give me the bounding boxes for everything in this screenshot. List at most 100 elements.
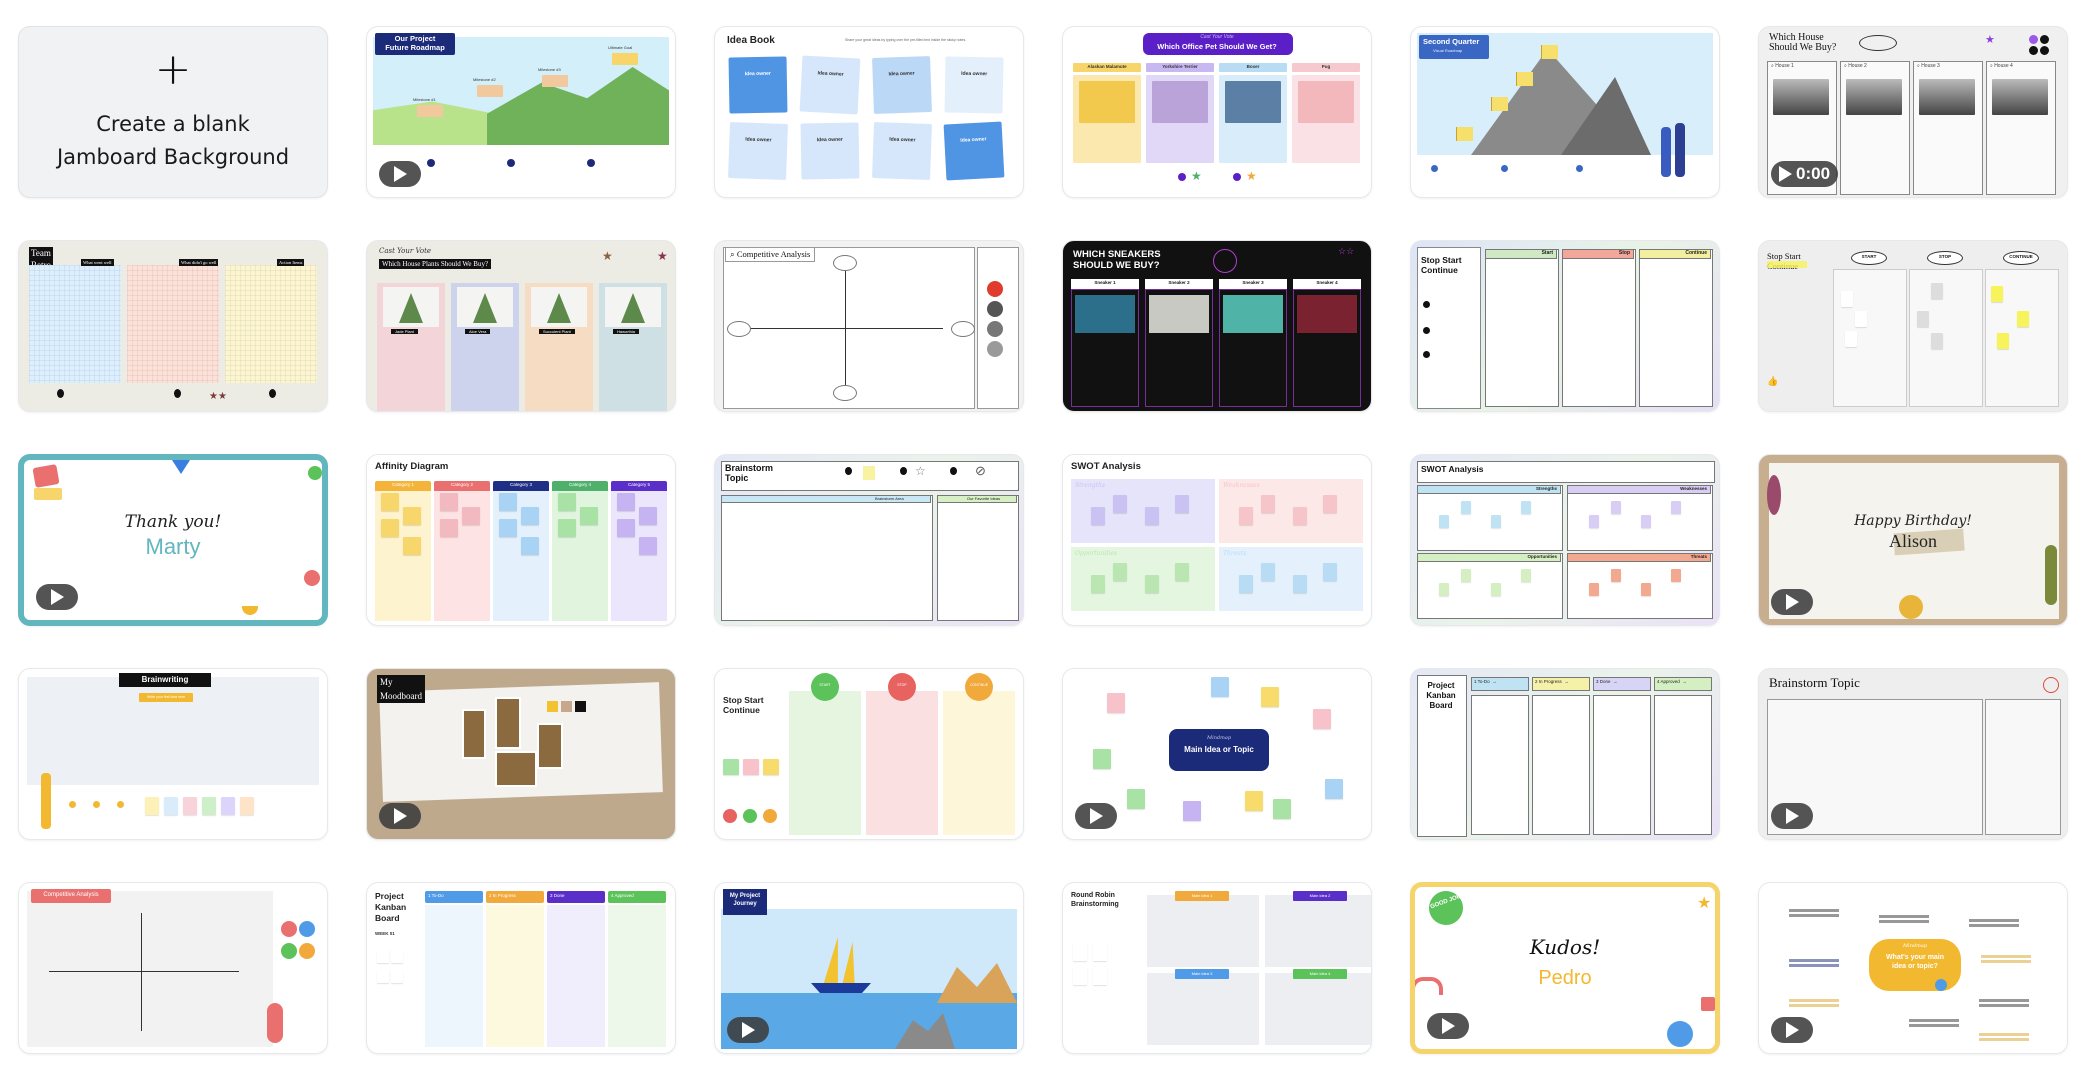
competitor-circle	[987, 321, 1003, 337]
template-card-29[interactable]: Mindmap What's your main idea or topic?	[1758, 882, 2068, 1054]
board-column	[1485, 249, 1559, 407]
sticky-note	[377, 969, 389, 983]
template-card-1[interactable]: Our Project Future Roadmap Milestone #1 Mi…	[366, 26, 676, 198]
comment-text	[1879, 915, 1929, 918]
x-axis	[743, 328, 943, 329]
board-column	[943, 691, 1015, 835]
template-card-28[interactable]: GOOD JOB Kudos! Pedro ★	[1410, 882, 1720, 1054]
sticky-note	[499, 493, 517, 511]
template-card-22[interactable]: Project Kanban Board 1 To-Do → 2 In Progre…	[1410, 668, 1720, 840]
template-card-12[interactable]: Thank you! Marty	[18, 454, 328, 626]
face-sticker	[242, 606, 258, 615]
template-title: My Project Journey	[729, 893, 761, 907]
sticky-note	[617, 519, 635, 537]
column-label: 3 Done →	[1596, 679, 1618, 684]
template-card-21[interactable]: Mindmap Main Idea or Topic	[1062, 668, 1372, 840]
color-swatch	[561, 701, 572, 712]
template-card-17[interactable]: Happy Birthday! Alison	[1758, 454, 2068, 626]
template-card-4[interactable]: Second Quarter Visual Roadmap	[1410, 26, 1720, 198]
template-card-20[interactable]: Stop Start Continue START STOP CONTINUE	[714, 668, 1024, 840]
avatar-sticker	[1935, 979, 1947, 991]
play-video-button[interactable]	[379, 803, 421, 829]
board-column	[1909, 269, 1983, 407]
column-label: START	[1861, 254, 1877, 259]
step-number	[1431, 165, 1438, 172]
play-video-button[interactable]	[1771, 803, 1813, 829]
template-card-10[interactable]: Stop Start Continue Start Stop Continue	[1410, 240, 1720, 412]
template-card-18[interactable]: Brainwriting Write your first idea here	[18, 668, 328, 840]
face-sticker	[308, 466, 322, 480]
template-card-2[interactable]: Idea Book Share your great ideas by typin…	[714, 26, 1024, 198]
milestone-label: Milestone #1	[413, 97, 436, 102]
column-label: What didn't go well	[179, 259, 219, 266]
kanban-column	[425, 905, 483, 1047]
sticky-note	[1239, 575, 1253, 593]
thumbs-up-icon: 👍	[1767, 376, 1779, 386]
template-title: Brainwriting	[141, 675, 189, 684]
sticky-note	[1611, 501, 1621, 514]
template-card-23[interactable]: Brainstorm Topic	[1758, 668, 2068, 840]
kanban-column	[486, 905, 544, 1047]
kanban-column	[1654, 695, 1712, 835]
vote-bubble	[1213, 249, 1237, 273]
play-video-button[interactable]	[379, 161, 421, 187]
step-number	[507, 159, 515, 167]
vote-dot	[2029, 46, 2038, 55]
play-video-button[interactable]	[1427, 1013, 1469, 1039]
template-card-11[interactable]: Stop Start ContinueSTARTSTOPCONTINUE👍	[1758, 240, 2068, 412]
quadrant-label: Opportunities	[1075, 550, 1118, 557]
step-number	[93, 801, 100, 808]
video-duration: 0:00	[1796, 164, 1831, 183]
sticky-note	[1273, 799, 1291, 819]
template-title: Main Idea or Topic	[1184, 745, 1254, 754]
play-video-button[interactable]	[727, 1017, 769, 1043]
template-card-26[interactable]: My Project Journey	[714, 882, 1024, 1054]
person-illustration	[1661, 127, 1671, 177]
signpost	[612, 53, 638, 65]
template-card-3[interactable]: Cast Your Vote Which Office Pet Should We…	[1062, 26, 1372, 198]
play-video-button[interactable]	[36, 584, 78, 610]
idea-note: Idea owner	[728, 122, 788, 180]
sneaker-photo	[1297, 295, 1357, 333]
sticky-note	[1323, 495, 1337, 513]
play-video-button[interactable]	[1771, 1017, 1813, 1043]
template-card-16[interactable]: SWOT Analysis Strengths Weaknesses Opportun…	[1410, 454, 1720, 626]
template-card-25[interactable]: Project Kanban Board WEEK 01 1 To-Do 2 In P…	[366, 882, 676, 1054]
template-card-5[interactable]: Which House Should We Buy? ★ ⌕ House 1 ⌕ Ho…	[1758, 26, 2068, 198]
template-card-15[interactable]: SWOT Analysis Strengths Weaknesses Opportun…	[1062, 454, 1372, 626]
sticky-note	[1261, 687, 1279, 707]
template-card-14[interactable]: Brainstorm Topic ☆ ⊘ Brainstorm Area Our Fav…	[714, 454, 1024, 626]
template-card-24[interactable]: Competitive Analysis	[18, 882, 328, 1054]
signpost	[542, 75, 568, 87]
template-card-27[interactable]: Round Robin Brainstorming Main idea 1 Main…	[1062, 882, 1372, 1054]
plant-label: Jade Plant	[391, 329, 418, 334]
reaction-circle	[763, 809, 777, 823]
color-swatch	[547, 701, 558, 712]
star-icon: ★	[1697, 895, 1712, 912]
sticky-note	[1245, 791, 1263, 811]
play-video-button[interactable]: 0:00	[1771, 161, 1839, 187]
template-card-9[interactable]: WHICH SNEAKERS SHOULD WE BUY? ☆☆ Sneaker 1…	[1062, 240, 1372, 412]
column-label: Category 1	[391, 482, 414, 487]
template-card-7[interactable]: Cast Your Vote Which House Plants Should …	[366, 240, 676, 412]
template-card-6[interactable]: Team RetroWhat went wellWhat didn't go w…	[18, 240, 328, 412]
template-title: What's your main idea or topic?	[1885, 954, 1945, 970]
column-label: CONTINUE	[2009, 254, 2033, 259]
pet-photo	[1298, 81, 1354, 123]
sticky-note	[440, 493, 458, 511]
play-icon	[1785, 808, 1799, 824]
idea-label: Main idea 3	[1191, 971, 1213, 976]
sticky-note	[639, 537, 657, 555]
area-label: Our Favorite Ideas	[967, 496, 1001, 501]
note-owner-label: Idea owner	[744, 70, 771, 78]
sticky-note	[1073, 943, 1087, 961]
step-number	[269, 389, 276, 398]
template-card-19[interactable]: My Moodboard	[366, 668, 676, 840]
template-card-13[interactable]: Affinity Diagram Category 1 Category 2 Cate…	[366, 454, 676, 626]
play-video-button[interactable]	[1771, 589, 1813, 615]
create-blank-background-button[interactable]: + Create a blank Jamboard Background	[18, 26, 328, 198]
play-video-button[interactable]	[1075, 803, 1117, 829]
step-number	[1576, 165, 1583, 172]
template-card-8[interactable]: ⌕ Competitive Analysis	[714, 240, 1024, 412]
sticky-note	[1093, 967, 1107, 985]
